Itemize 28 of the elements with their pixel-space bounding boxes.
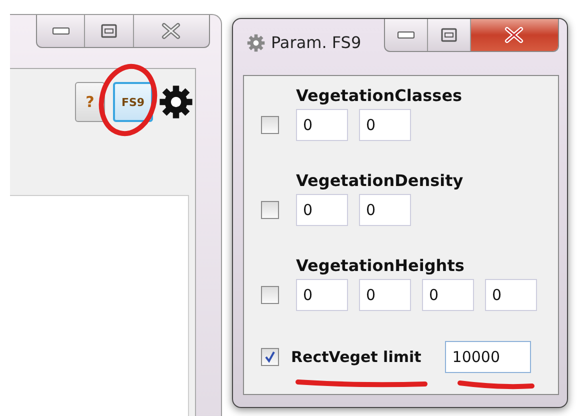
input-field[interactable]: 0: [296, 279, 348, 311]
close-icon: [504, 27, 524, 43]
maximize-icon: [101, 24, 118, 38]
input-field[interactable]: 0: [422, 279, 474, 311]
input-field[interactable]: 10000: [445, 341, 532, 373]
toolbar-button[interactable]: FS9: [113, 82, 153, 122]
input-field[interactable]: 0: [359, 109, 411, 141]
limit-label: RectVeget limit: [291, 348, 422, 366]
input-field[interactable]: 0: [296, 194, 348, 226]
close-icon: [161, 23, 182, 39]
group-label: VegetationDensity: [295, 171, 464, 190]
checkbox[interactable]: [261, 116, 279, 134]
gear-icon: [247, 34, 265, 52]
input-field[interactable]: 0: [359, 194, 411, 226]
checkbox[interactable]: [261, 348, 279, 366]
maximize-icon: [440, 28, 457, 42]
window-title: Param. FS9: [271, 33, 362, 52]
input-field[interactable]: 0: [296, 109, 348, 141]
group-label: VegetationClasses: [295, 86, 464, 105]
input-field[interactable]: 0: [485, 279, 537, 311]
settings-icon: [159, 85, 193, 119]
input-field[interactable]: 0: [359, 279, 411, 311]
minimize-icon: [397, 31, 416, 39]
minimize-icon: [52, 27, 70, 35]
close-button[interactable]: [470, 19, 558, 51]
checkbox[interactable]: [261, 201, 279, 219]
checkbox[interactable]: [261, 286, 279, 304]
group-label: VegetationHeights: [295, 256, 466, 275]
